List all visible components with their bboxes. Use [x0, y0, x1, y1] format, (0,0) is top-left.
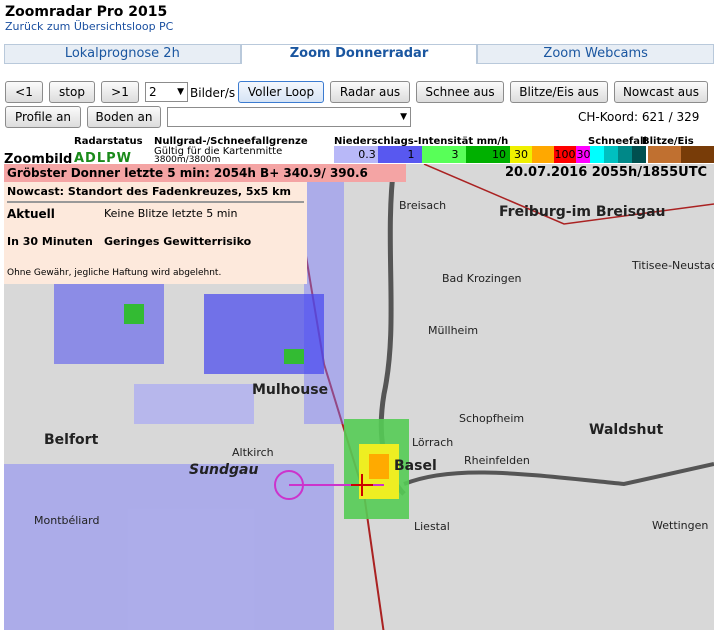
frames-per-second-select[interactable]: 2 ▼ — [145, 82, 188, 102]
precip-scale-swatch: 10 — [488, 146, 510, 163]
tab-zoom-donnerradar[interactable]: Zoom Donnerradar — [240, 44, 478, 64]
city-label: Montbéliard — [34, 514, 100, 527]
precip-scale-swatch — [334, 146, 356, 163]
frames-value: 2 — [149, 85, 157, 99]
precip-scale-swatch: 3 — [444, 146, 466, 163]
city-label: Bad Krozingen — [442, 272, 522, 285]
stop-button[interactable]: stop — [49, 81, 95, 103]
nowcast-off-button[interactable]: Nowcast aus — [614, 81, 708, 103]
city-label: Müllheim — [428, 324, 479, 337]
future-value: Geringes Gewitterrisiko — [104, 235, 252, 248]
next-frame-button[interactable]: >1 — [101, 81, 139, 103]
city-label: Waldshut — [589, 422, 664, 438]
city-label: Belfort — [44, 432, 99, 448]
precip-scale-swatch — [378, 146, 400, 163]
lightning-scale-swatch — [681, 146, 714, 163]
tab-bar: Lokalprognose 2h Zoom Donnerradar Zoom W… — [4, 44, 715, 64]
frames-label: Bilder/s — [190, 86, 236, 100]
precip-scale-swatch: 0.3 — [356, 146, 378, 163]
ch-coordinates: CH-Koord: 621 / 329 — [578, 110, 700, 124]
nowcast-panel: Nowcast: Standort des Fadenkreuzes, 5x5 … — [4, 182, 307, 284]
city-label: Altkirch — [232, 446, 274, 459]
lightning-off-button[interactable]: Blitze/Eis aus — [510, 81, 608, 103]
future-label: In 30 Minuten — [7, 235, 93, 248]
city-label: Titisee-Neustadt — [632, 259, 714, 272]
city-label: Basel — [394, 458, 437, 474]
app-title: Zoomradar Pro 2015 — [5, 4, 168, 20]
tab-zoom-webcams[interactable]: Zoom Webcams — [477, 44, 715, 64]
radar-off-button[interactable]: Radar aus — [330, 81, 410, 103]
snow-scale-swatch — [618, 146, 632, 163]
precip-scale-swatch — [422, 146, 444, 163]
map-datetime: 20.07.2016 2055h/1855UTC — [505, 165, 708, 180]
lightning-alert: Gröbster Donner letzte 5 min: 2054h B+ 3… — [4, 164, 406, 198]
precip-scale-swatch — [532, 146, 554, 163]
precip-scale-swatch: 1 — [400, 146, 422, 163]
location-select[interactable]: ▼ — [167, 107, 411, 127]
city-label: Liestal — [414, 520, 450, 533]
region-label: Sundgau — [189, 462, 259, 478]
city-label: Wettingen — [652, 519, 709, 532]
lightning-scale-swatch — [648, 146, 681, 163]
disclaimer: Ohne Gewähr, jegliche Haftung wird abgel… — [7, 268, 222, 278]
city-label: Freiburg-im Breisgau — [499, 204, 666, 220]
nowcast-title: Nowcast: Standort des Fadenkreuzes, 5x5 … — [7, 185, 291, 198]
profile-on-button[interactable]: Profile an — [5, 106, 81, 128]
ground-on-button[interactable]: Boden an — [87, 106, 161, 128]
city-label: Lörrach — [412, 436, 454, 449]
precip-scale-swatch: 30 — [510, 146, 532, 163]
current-value: Keine Blitze letzte 5 min — [104, 207, 238, 220]
snow-scale-swatch — [604, 146, 618, 163]
city-label: Mulhouse — [252, 382, 329, 398]
chevron-down-icon: ▼ — [400, 112, 407, 122]
precip-scale-swatch: 100 — [554, 146, 576, 163]
snow-scale-swatch — [590, 146, 604, 163]
precip-scale-swatch — [466, 146, 488, 163]
city-label: Breisach — [399, 199, 447, 212]
back-link[interactable]: Zurück zum Übersichtsloop PC — [5, 20, 173, 33]
tab-lokalprognose[interactable]: Lokalprognose 2h — [4, 44, 241, 64]
full-loop-button[interactable]: Voller Loop — [238, 81, 324, 103]
snow-scale-swatch — [632, 146, 646, 163]
chevron-down-icon: ▼ — [177, 87, 184, 97]
prev-frame-button[interactable]: <1 — [5, 81, 43, 103]
radarstatus-label: Radarstatus — [74, 136, 143, 147]
city-label: Rheinfelden — [464, 454, 530, 467]
snow-off-button[interactable]: Schnee aus — [416, 81, 504, 103]
city-label: Schopfheim — [459, 412, 525, 425]
current-label: Aktuell — [7, 207, 55, 221]
